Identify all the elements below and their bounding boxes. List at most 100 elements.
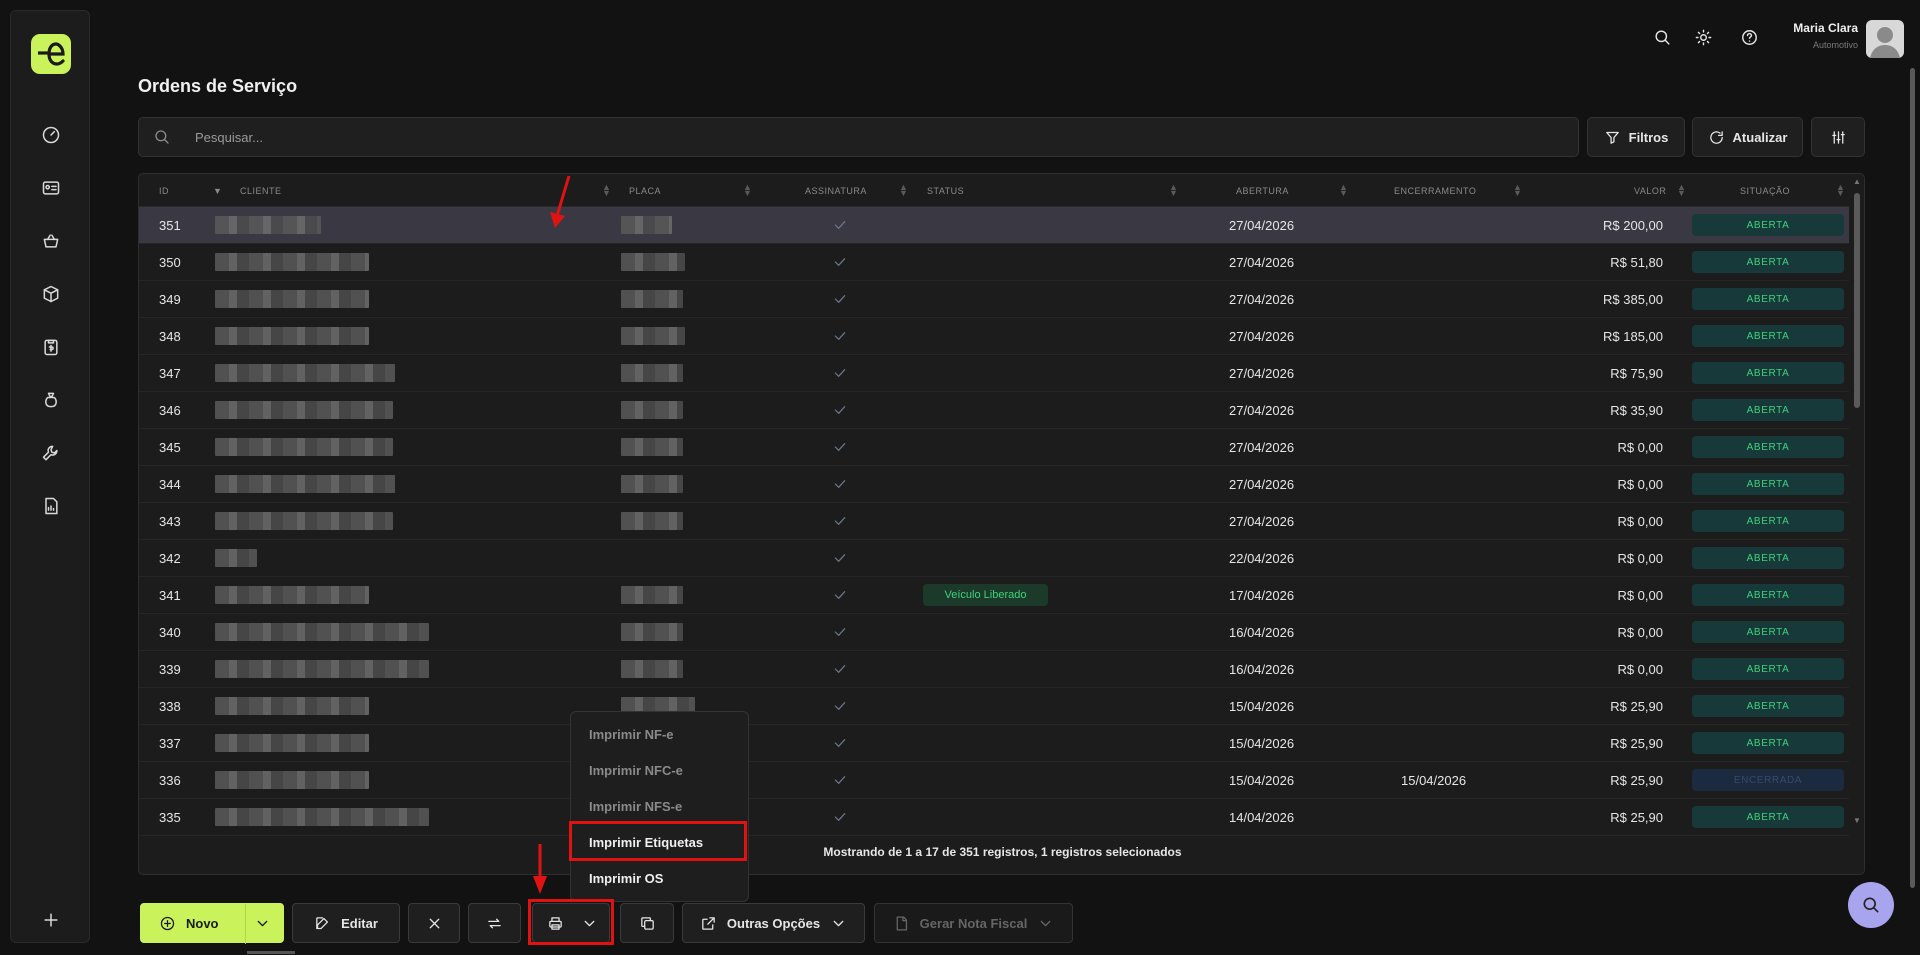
table-row[interactable]: 335 14/04/2026 R$ 25,90 ABERTA [139,799,1849,836]
menu-print-nfse[interactable]: Imprimir NFS-e [589,799,682,814]
basket-icon[interactable] [39,229,63,253]
cell-id: 338 [159,699,181,714]
search-icon[interactable] [1649,24,1675,50]
cell-cliente-redacted [215,438,393,456]
cell-abertura: 27/04/2026 [1229,218,1295,233]
scroll-down-icon[interactable]: ▼ [1853,816,1861,825]
sort-icon[interactable]: ▲ ▼ [743,183,752,198]
cell-abertura: 15/04/2026 [1229,736,1295,751]
app-logo[interactable] [31,34,71,74]
sort-icon[interactable]: ▲ ▼ [1169,183,1178,198]
other-options-button[interactable]: Outras Opções [682,903,865,943]
table-row[interactable]: 346 27/04/2026 R$ 35,90 ABERTA [139,392,1849,429]
cell-id: 343 [159,514,181,529]
column-settings-button[interactable] [1811,117,1865,157]
generate-invoice-label: Gerar Nota Fiscal [919,915,1028,931]
cell-placa-redacted [621,623,683,641]
cell-valor: R$ 0,00 [1617,551,1663,566]
header-status[interactable]: STATUS [927,186,964,196]
header-id[interactable]: ID [159,186,169,196]
signature-check-icon [832,328,848,344]
menu-print-nfe[interactable]: Imprimir NF-e [589,727,674,742]
cell-id: 341 [159,588,181,603]
sort-icon[interactable]: ▲ ▼ [1677,183,1686,198]
header-valor[interactable]: VALOR [1634,186,1666,196]
search-icon [1863,897,1879,913]
cell-id: 348 [159,329,181,344]
header-assinatura[interactable]: ASSINATURA [805,186,867,196]
cell-cliente-redacted [215,327,369,345]
user-name[interactable]: Maria Clara [1770,21,1858,35]
sort-icon[interactable]: ▲ ▼ [1836,183,1845,198]
situation-badge: ABERTA [1692,584,1844,606]
table-row[interactable]: 343 27/04/2026 R$ 0,00 ABERTA [139,503,1849,540]
sort-desc-icon[interactable]: ▼ [213,187,222,196]
help-icon[interactable] [1736,24,1762,50]
cell-cliente-redacted [215,586,369,604]
table-header: ID ▼ CLIENTE ▲ ▼ PLACA ▲ ▼ ASSINATURA ▲ ▼ S… [139,174,1849,207]
dashboard-icon[interactable] [39,123,63,147]
close-icon [429,918,439,928]
table-row[interactable]: 348 27/04/2026 R$ 185,00 ABERTA [139,318,1849,355]
table-row[interactable]: 342 22/04/2026 R$ 0,00 ABERTA [139,540,1849,577]
sort-icon[interactable]: ▲ ▼ [899,183,908,198]
header-encerramento[interactable]: ENCERRAMENTO [1394,186,1476,196]
delete-button[interactable] [408,903,460,943]
sort-icon[interactable]: ▲ ▼ [602,183,611,198]
table-row[interactable]: 344 27/04/2026 R$ 0,00 ABERTA [139,466,1849,503]
table-row[interactable]: 350 27/04/2026 R$ 51,80 ABERTA [139,244,1849,281]
novo-button[interactable]: Novo [140,903,284,944]
cell-id: 345 [159,440,181,455]
sort-icon[interactable]: ▲ ▼ [1339,183,1348,198]
convert-button[interactable] [468,903,521,943]
refresh-button[interactable]: Atualizar [1692,117,1803,157]
filters-button[interactable]: Filtros [1587,117,1685,157]
search-input[interactable] [195,118,1495,156]
cell-abertura: 15/04/2026 [1229,773,1295,788]
table-row[interactable]: 351 27/04/2026 R$ 200,00 ABERTA [139,207,1849,244]
table-row[interactable]: 349 27/04/2026 R$ 385,00 ABERTA [139,281,1849,318]
menu-print-os[interactable]: Imprimir OS [589,871,663,886]
avatar[interactable] [1866,20,1904,58]
table-row[interactable]: 340 16/04/2026 R$ 0,00 ABERTA [139,614,1849,651]
money-bag-icon[interactable] [39,388,63,412]
package-icon[interactable] [39,282,63,306]
header-situacao[interactable]: SITUAÇÃO [1740,186,1790,196]
chevron-down-icon [257,920,268,927]
document-icon [896,915,907,931]
add-icon[interactable] [39,908,63,932]
table-row[interactable]: 345 27/04/2026 R$ 0,00 ABERTA [139,429,1849,466]
header-placa[interactable]: PLACA [629,186,661,196]
duplicate-button[interactable] [620,903,674,943]
cell-cliente-redacted [215,253,369,271]
table-row[interactable]: 339 16/04/2026 R$ 0,00 ABERTA [139,651,1849,688]
table-scrollbar[interactable] [1854,193,1860,408]
table-row[interactable]: 341 Veículo Liberado 17/04/2026 R$ 0,00 ABER… [139,577,1849,614]
table-row[interactable]: 337 15/04/2026 R$ 25,90 ABERTA [139,725,1849,762]
situation-badge: ABERTA [1692,732,1844,754]
cell-abertura: 17/04/2026 [1229,588,1295,603]
situation-badge: ABERTA [1692,695,1844,717]
table-row[interactable]: 347 27/04/2026 R$ 75,90 ABERTA [139,355,1849,392]
edit-label: Editar [341,915,378,931]
scroll-up-icon[interactable]: ▲ [1853,177,1861,186]
header-cliente[interactable]: CLIENTE [240,186,282,196]
clipboard-dollar-icon[interactable] [39,335,63,359]
wrench-icon[interactable] [39,441,63,465]
search-fab-button[interactable] [1848,882,1894,928]
edit-button[interactable]: Editar [292,903,400,943]
refresh-label: Atualizar [1732,129,1788,145]
signature-check-icon [832,550,848,566]
generate-invoice-button[interactable]: Gerar Nota Fiscal [874,903,1073,943]
sort-icon[interactable]: ▲ ▼ [1513,183,1522,198]
contacts-card-icon[interactable] [39,176,63,200]
header-abertura[interactable]: ABERTURA [1236,186,1289,196]
menu-print-nfce[interactable]: Imprimir NFC-e [589,763,683,778]
table-row[interactable]: 336 15/04/2026 15/04/2026 R$ 25,90 ENCERRADA [139,762,1849,799]
cell-id: 342 [159,551,181,566]
search-bar[interactable] [138,117,1579,157]
page-scrollbar[interactable] [1910,68,1915,888]
theme-sun-icon[interactable] [1690,24,1716,50]
table-row[interactable]: 338 15/04/2026 R$ 25,90 ABERTA [139,688,1849,725]
report-icon[interactable] [39,494,63,518]
